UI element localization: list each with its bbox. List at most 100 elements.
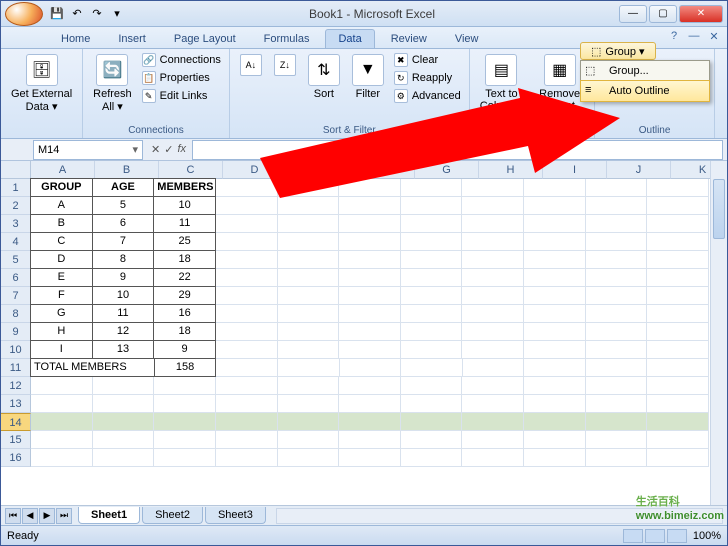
cell[interactable] <box>278 305 340 323</box>
cell[interactable] <box>339 251 401 269</box>
cell[interactable] <box>154 449 216 467</box>
cell[interactable] <box>524 197 586 215</box>
sort-button[interactable]: ⇅ Sort <box>304 52 344 102</box>
cell[interactable] <box>462 413 524 431</box>
cell[interactable] <box>401 197 463 215</box>
cell[interactable] <box>647 377 709 395</box>
maximize-button[interactable]: ▢ <box>649 5 677 23</box>
cell[interactable] <box>278 269 340 287</box>
text-to-columns-button[interactable]: ▤ Text to Columns <box>476 52 527 114</box>
cell[interactable] <box>216 431 278 449</box>
cell[interactable] <box>401 359 463 377</box>
cell[interactable] <box>278 377 340 395</box>
group-menu-item[interactable]: ⬚ Group... <box>581 61 709 81</box>
cell[interactable] <box>154 431 216 449</box>
cell[interactable] <box>524 377 586 395</box>
column-header[interactable]: J <box>607 161 671 179</box>
cell[interactable] <box>462 305 524 323</box>
cell[interactable] <box>462 395 524 413</box>
cell[interactable]: I <box>30 340 93 359</box>
sheet-tab-1[interactable]: Sheet1 <box>78 507 140 524</box>
cell[interactable] <box>339 269 401 287</box>
cell[interactable]: 29 <box>153 286 216 305</box>
advanced-button[interactable]: ⚙Advanced <box>392 88 463 104</box>
cell[interactable] <box>586 197 648 215</box>
minimize-button[interactable]: — <box>619 5 647 23</box>
column-header[interactable]: G <box>415 161 479 179</box>
cell[interactable] <box>462 215 524 233</box>
cell[interactable] <box>647 179 709 197</box>
cell[interactable] <box>154 377 216 395</box>
cell[interactable] <box>278 359 340 377</box>
cell[interactable] <box>278 341 340 359</box>
cell[interactable] <box>216 215 278 233</box>
cancel-formula-icon[interactable]: ✕ <box>151 143 160 156</box>
row-header[interactable]: 16 <box>1 449 31 467</box>
cell[interactable] <box>401 215 463 233</box>
cell[interactable] <box>462 341 524 359</box>
cell[interactable] <box>216 377 278 395</box>
cell[interactable] <box>278 233 340 251</box>
cell[interactable] <box>339 305 401 323</box>
sort-za-button[interactable]: Z↓ <box>270 52 300 78</box>
cell[interactable] <box>339 197 401 215</box>
refresh-all-button[interactable]: 🔄 Refresh All ▾ <box>89 52 136 115</box>
cell[interactable] <box>586 179 648 197</box>
cell[interactable] <box>647 215 709 233</box>
cell[interactable] <box>524 413 586 431</box>
cell[interactable]: 9 <box>153 340 216 359</box>
row-header[interactable]: 1 <box>1 179 31 197</box>
cell[interactable] <box>524 251 586 269</box>
normal-view-button[interactable] <box>623 529 643 543</box>
cell[interactable] <box>647 449 709 467</box>
cell[interactable] <box>278 431 340 449</box>
tab-review[interactable]: Review <box>379 30 439 48</box>
cell[interactable] <box>339 215 401 233</box>
cell[interactable] <box>339 431 401 449</box>
cell[interactable] <box>339 341 401 359</box>
cell[interactable] <box>401 233 463 251</box>
enter-formula-icon[interactable]: ✓ <box>164 143 173 156</box>
properties-button[interactable]: 📋Properties <box>140 70 223 86</box>
cell[interactable] <box>339 287 401 305</box>
cell[interactable] <box>278 215 340 233</box>
cell[interactable] <box>31 431 93 449</box>
cell[interactable] <box>401 287 463 305</box>
cell[interactable] <box>647 395 709 413</box>
row-header[interactable]: 12 <box>1 377 31 395</box>
cell[interactable] <box>31 449 93 467</box>
cell[interactable] <box>278 287 340 305</box>
cell[interactable] <box>278 323 340 341</box>
office-button[interactable] <box>5 2 43 26</box>
cell[interactable] <box>216 341 278 359</box>
cell[interactable] <box>93 377 155 395</box>
cell[interactable]: AGE <box>92 178 155 197</box>
cell[interactable]: 13 <box>92 340 155 359</box>
cell[interactable]: 11 <box>153 214 216 233</box>
cell[interactable]: MEMBERS <box>153 178 216 197</box>
cell[interactable] <box>339 449 401 467</box>
cell[interactable] <box>647 269 709 287</box>
cell[interactable] <box>462 323 524 341</box>
cell[interactable] <box>463 359 525 377</box>
cell[interactable] <box>586 269 648 287</box>
cell[interactable]: 5 <box>92 196 155 215</box>
cell[interactable] <box>586 215 648 233</box>
column-header[interactable]: D <box>223 161 287 179</box>
cell[interactable] <box>216 197 278 215</box>
get-external-data-button[interactable]: 🗄 Get External Data ▾ <box>7 52 76 115</box>
edit-links-button[interactable]: ✎Edit Links <box>140 88 223 104</box>
cell[interactable]: 7 <box>92 232 155 251</box>
cell[interactable] <box>154 395 216 413</box>
cell[interactable] <box>586 323 648 341</box>
cell[interactable]: 9 <box>92 268 155 287</box>
tab-home[interactable]: Home <box>49 30 102 48</box>
cell[interactable]: 18 <box>153 322 216 341</box>
cell[interactable] <box>524 287 586 305</box>
cell[interactable] <box>586 395 648 413</box>
cell[interactable]: D <box>30 250 93 269</box>
row-header[interactable]: 15 <box>1 431 31 449</box>
cell[interactable] <box>524 305 586 323</box>
cell[interactable] <box>216 233 278 251</box>
column-header[interactable]: B <box>95 161 159 179</box>
